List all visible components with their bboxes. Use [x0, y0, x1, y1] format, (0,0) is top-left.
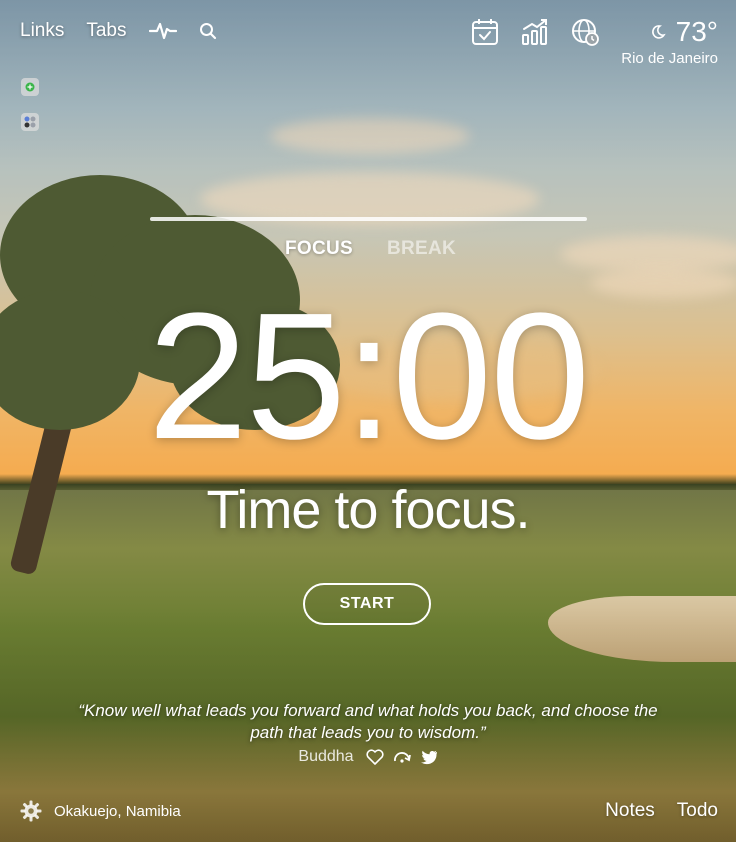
skip-icon[interactable] [392, 750, 412, 764]
globe-clock-icon[interactable] [571, 18, 600, 46]
app-tile-1[interactable] [21, 78, 39, 96]
heart-icon[interactable] [366, 749, 384, 765]
mode-focus[interactable]: FOCUS [285, 238, 353, 260]
temperature: 73° [675, 16, 718, 47]
top-nav: Links Tabs [20, 20, 217, 42]
calendar-icon[interactable] [471, 18, 499, 46]
moon-icon [650, 24, 666, 40]
notes-link[interactable]: Notes [605, 800, 655, 822]
tabs-link[interactable]: Tabs [86, 20, 126, 42]
gear-icon[interactable] [20, 800, 42, 822]
quote-author: Buddha [298, 748, 354, 765]
top-right-widgets: 73° Rio de Janeiro [471, 16, 718, 67]
timer-display: 25:00 [147, 276, 590, 477]
photo-location[interactable]: Okakuejo, Namibia [54, 803, 181, 820]
start-button[interactable]: START [303, 583, 431, 625]
bottom-right: Notes Todo [605, 800, 718, 822]
todo-link[interactable]: Todo [677, 800, 718, 822]
bottom-left: Okakuejo, Namibia [20, 800, 181, 822]
quote-meta: Buddha [0, 748, 736, 766]
quote-text: “Know well what leads you forward and wh… [78, 701, 658, 742]
timer-modes: FOCUS BREAK [285, 238, 456, 260]
twitter-icon[interactable] [420, 750, 438, 765]
weather-widget[interactable]: 73° Rio de Janeiro [621, 16, 718, 67]
app-shortcuts [21, 78, 39, 131]
app-tile-2[interactable] [21, 113, 39, 131]
links-link[interactable]: Links [20, 20, 64, 42]
pulse-icon[interactable] [148, 21, 177, 41]
stats-icon[interactable] [521, 18, 549, 46]
weather-location: Rio de Janeiro [621, 50, 718, 67]
search-icon[interactable] [199, 22, 217, 40]
mode-break[interactable]: BREAK [387, 238, 456, 260]
timer-progress-bar [150, 217, 587, 221]
focus-message: Time to focus. [206, 480, 530, 540]
